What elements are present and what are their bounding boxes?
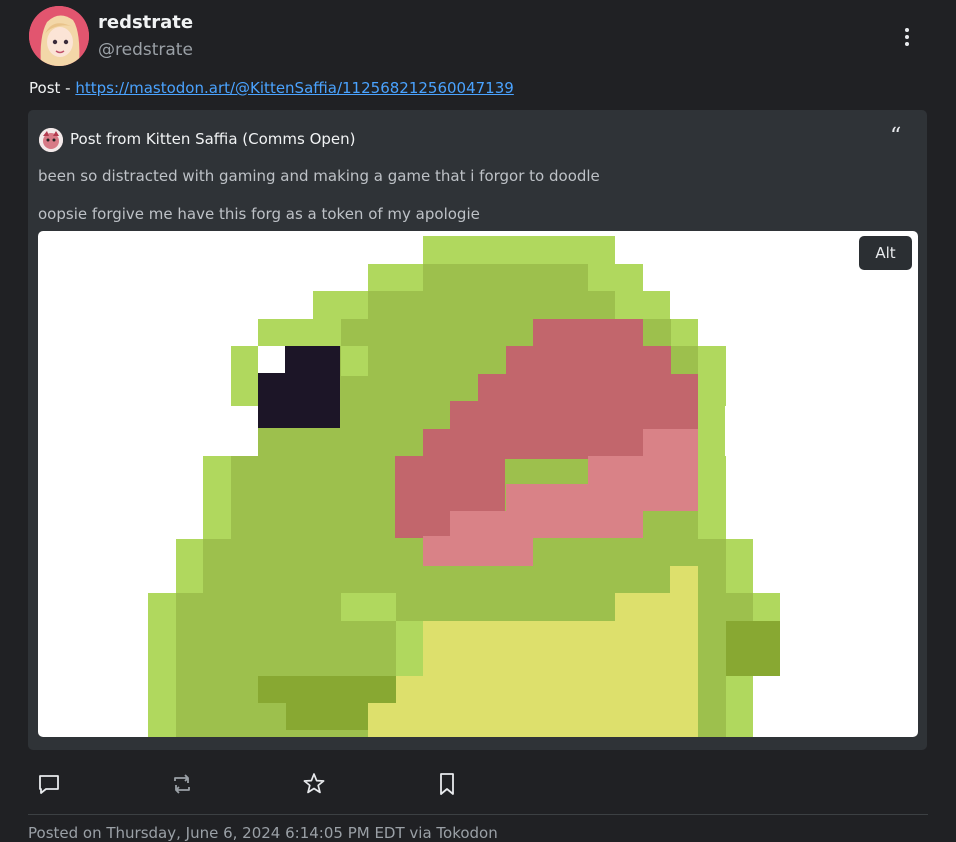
quoted-post-text-line-2: oopsie forgive me have this forg as a to…: [38, 205, 480, 223]
favorite-button[interactable]: [301, 771, 327, 797]
reply-icon: [39, 775, 59, 794]
media-attachment[interactable]: Alt: [38, 231, 918, 737]
quoted-post-text-line-1: been so distracted with gaming and makin…: [38, 167, 600, 185]
quoted-author-avatar[interactable]: [39, 128, 63, 152]
bookmark-button[interactable]: [434, 771, 460, 797]
author-handle[interactable]: @redstrate: [98, 40, 193, 60]
post-timestamp: Posted on Thursday, June 6, 2024 6:14:05…: [28, 824, 498, 842]
avatar-image: [29, 6, 89, 66]
author-display-name[interactable]: redstrate: [98, 12, 193, 33]
divider: [28, 814, 928, 815]
reply-button[interactable]: [36, 771, 62, 797]
post-prefix: Post -: [29, 79, 76, 97]
more-options-icon[interactable]: [896, 24, 918, 50]
bookmark-icon: [440, 773, 454, 795]
quoted-post-title[interactable]: Post from Kitten Saffia (Comms Open): [70, 130, 356, 148]
favorite-icon: [303, 773, 325, 794]
alt-text-button[interactable]: Alt: [859, 236, 912, 270]
boost-button[interactable]: [169, 771, 195, 797]
avatar[interactable]: [29, 6, 89, 66]
post-link[interactable]: https://mastodon.art/@KittenSaffia/11256…: [75, 79, 513, 97]
pixel-frog-image: [148, 236, 780, 737]
boost-icon: [174, 774, 190, 794]
quoted-post-card[interactable]: Post from Kitten Saffia (Comms Open) “ b…: [28, 110, 927, 750]
post-content: Post - https://mastodon.art/@KittenSaffi…: [29, 79, 514, 97]
quote-icon: “: [890, 124, 902, 149]
